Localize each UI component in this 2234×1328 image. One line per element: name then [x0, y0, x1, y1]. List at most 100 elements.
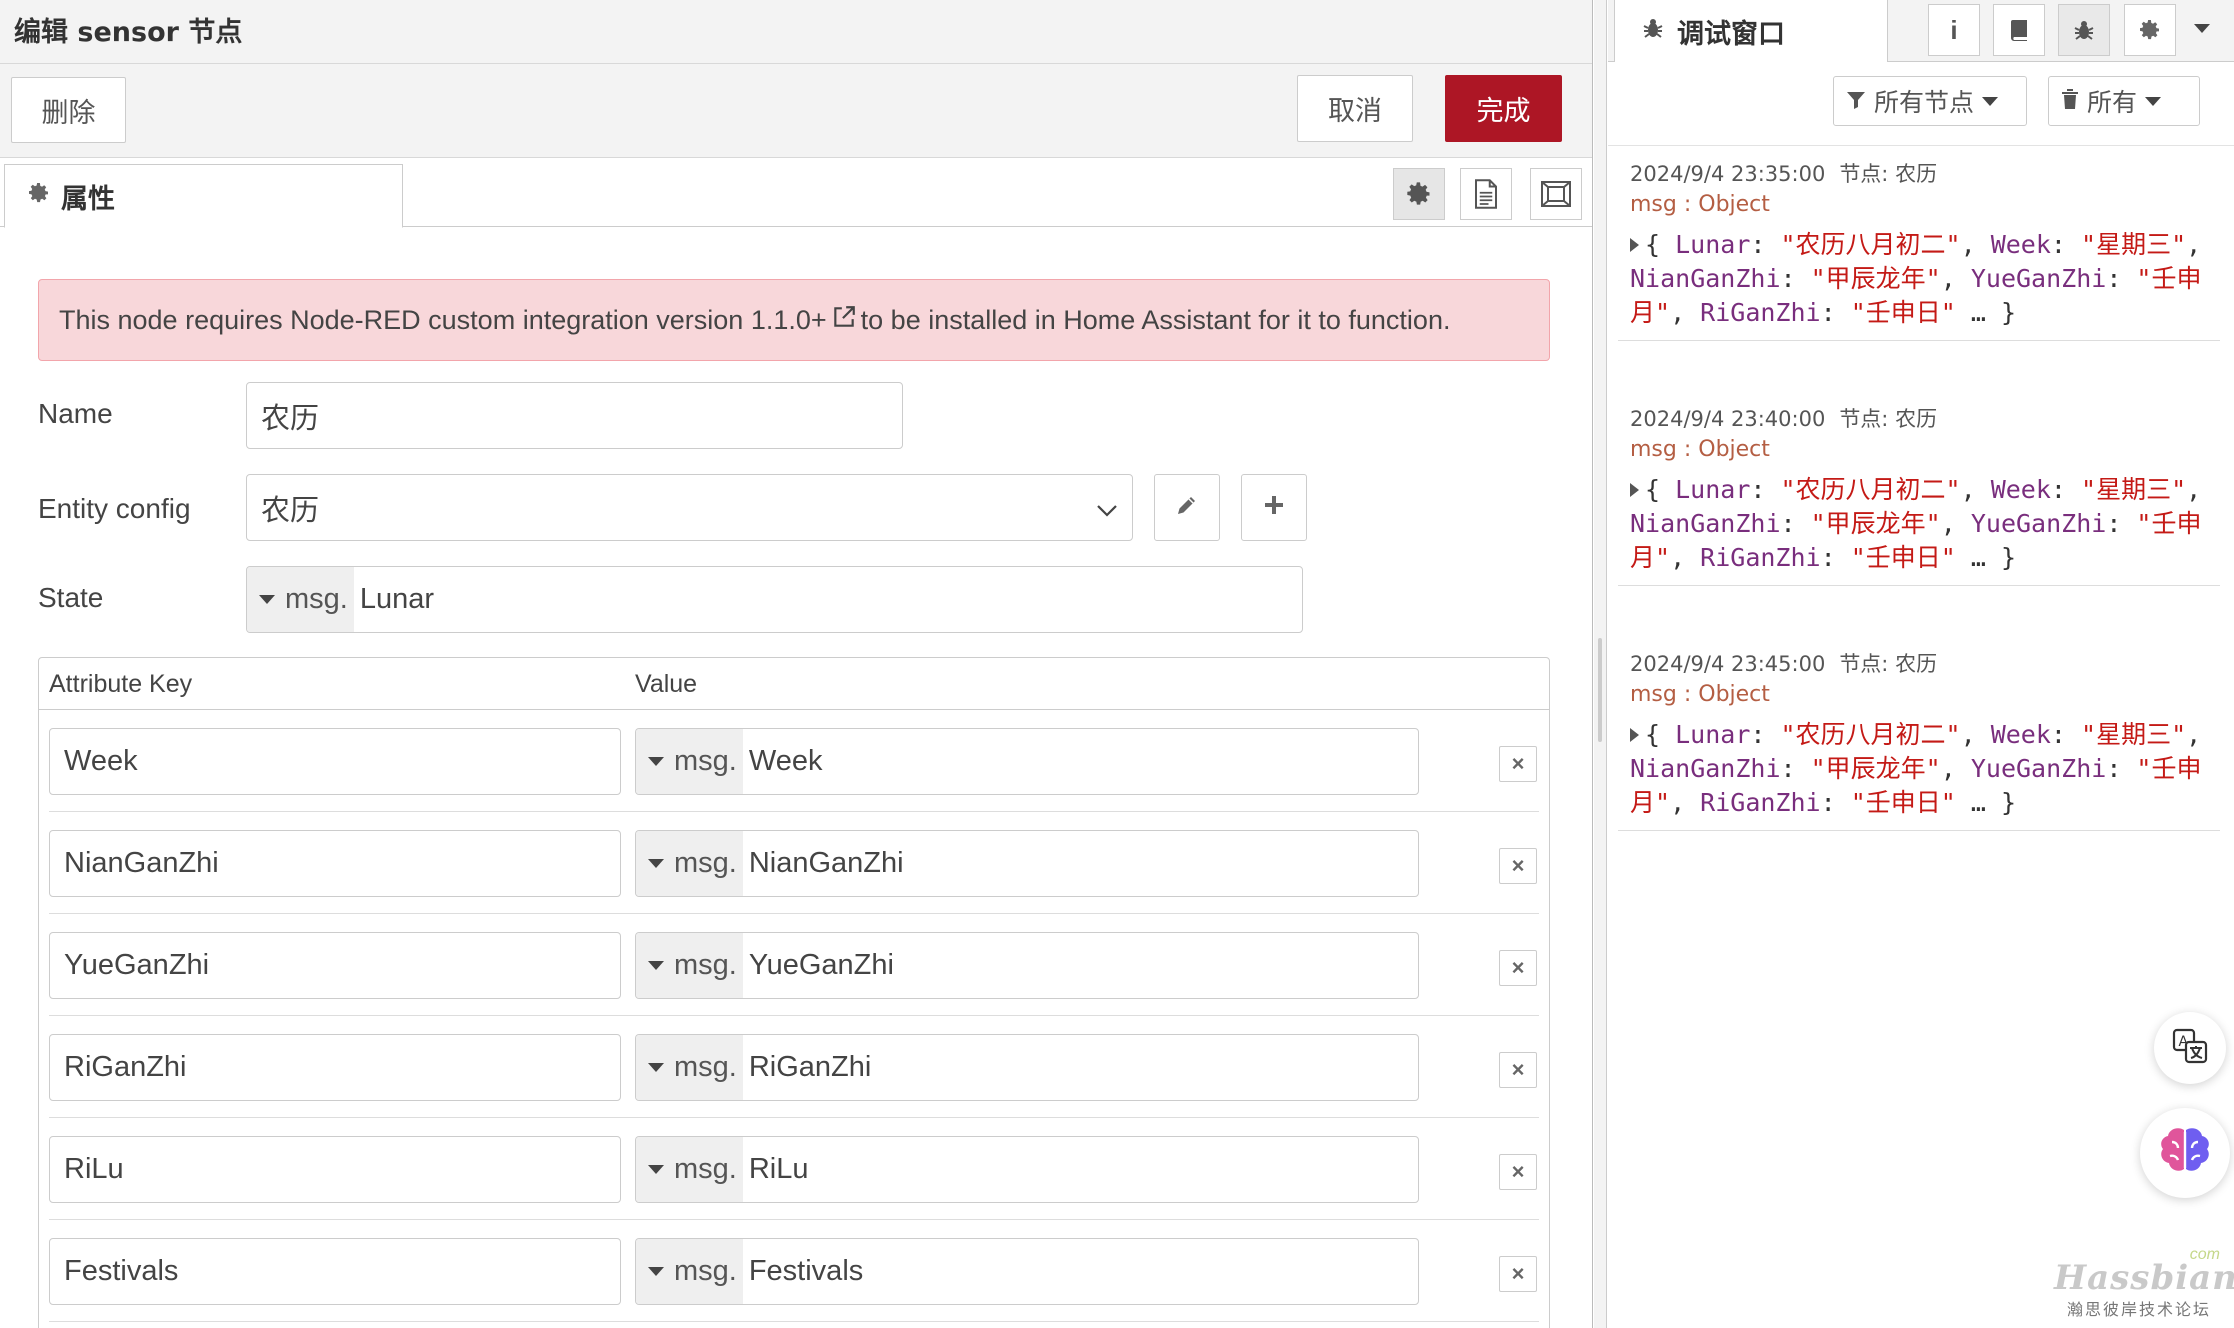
- tray-tabbar: 属性: [0, 158, 1592, 228]
- attribute-value-typed-input[interactable]: msg. RiLu: [635, 1136, 1419, 1203]
- payload-value: "壬申日": [1850, 543, 1956, 572]
- tab-debug[interactable]: 调试窗口: [1614, 0, 1888, 62]
- sidebar-menu-caret-down-icon[interactable]: [2194, 24, 2210, 33]
- attribute-value-typed-input[interactable]: msg. Week: [635, 728, 1419, 795]
- message-payload[interactable]: { Lunar: "农历八月初二", Week: "星期三", NianGanZ…: [1630, 710, 2220, 830]
- state-type-selector[interactable]: msg.: [247, 567, 354, 632]
- delete-button[interactable]: 删除: [11, 77, 126, 143]
- attribute-type-selector[interactable]: msg.: [636, 729, 743, 794]
- message-node-link[interactable]: 节点: 农历: [1839, 652, 1937, 676]
- watermark-subtitle: 瀚思彼岸技术论坛: [2066, 1300, 2211, 1319]
- caret-down-icon: [648, 1063, 664, 1072]
- ai-assistant-floating-button[interactable]: [2140, 1108, 2230, 1198]
- splitter-drag-handle[interactable]: [1598, 638, 1602, 742]
- plus-icon: [1263, 494, 1285, 521]
- attribute-type-selector[interactable]: msg.: [636, 1239, 743, 1304]
- state-type-label: msg.: [285, 583, 348, 615]
- clear-scope-label: 所有: [2087, 88, 2138, 117]
- expand-triangle-icon[interactable]: [1630, 483, 1639, 497]
- attribute-key-input[interactable]: YueGanZhi: [49, 932, 621, 999]
- attribute-value[interactable]: Week: [743, 729, 823, 794]
- attribute-key-header: Attribute Key: [49, 670, 193, 698]
- remove-row-close-icon[interactable]: ×: [1499, 1052, 1537, 1088]
- payload-value: "甲辰龙年": [1810, 509, 1941, 538]
- node-settings-tab-gear-icon[interactable]: [1393, 168, 1445, 220]
- state-typed-input[interactable]: msg. Lunar: [246, 566, 1303, 633]
- cancel-button[interactable]: 取消: [1297, 75, 1413, 142]
- tray-title: 编辑 sensor 节点: [0, 0, 1592, 64]
- attribute-type-selector[interactable]: msg.: [636, 933, 743, 998]
- clear-messages-button[interactable]: 所有: [2048, 76, 2200, 126]
- caret-down-icon: [259, 595, 275, 604]
- attribute-value-typed-input[interactable]: msg. Festivals: [635, 1238, 1419, 1305]
- attribute-key-input[interactable]: RiLu: [49, 1136, 621, 1203]
- caret-down-icon: [648, 1267, 664, 1276]
- attribute-value-header: Value: [635, 670, 698, 698]
- edit-entity-config-button[interactable]: [1154, 474, 1220, 541]
- attribute-key-input[interactable]: RiGanZhi: [49, 1034, 621, 1101]
- remove-row-close-icon[interactable]: ×: [1499, 950, 1537, 986]
- message-meta: 2024/9/4 23:45:00 节点: 农历: [1630, 636, 2220, 676]
- attribute-key-input[interactable]: NianGanZhi: [49, 830, 621, 897]
- attribute-type-selector[interactable]: msg.: [636, 1137, 743, 1202]
- integration-warning-banner: This node requires Node-RED custom integ…: [38, 279, 1550, 361]
- brace-open: {: [1645, 230, 1676, 259]
- gear-icon[interactable]: [2124, 4, 2176, 56]
- remove-row-close-icon[interactable]: ×: [1499, 746, 1537, 782]
- done-button[interactable]: 完成: [1445, 75, 1562, 142]
- tab-properties[interactable]: 属性: [4, 164, 403, 228]
- node-appearance-tab-frame-icon[interactable]: [1530, 168, 1582, 220]
- attributes-editable-list: Attribute Key Value Week msg. Week × Nia…: [38, 657, 1550, 1328]
- name-input[interactable]: 农历: [246, 382, 903, 449]
- bug-icon[interactable]: [2058, 4, 2110, 56]
- sidebar-splitter[interactable]: [1594, 0, 1607, 1328]
- filter-nodes-button[interactable]: 所有节点: [1833, 76, 2027, 126]
- expand-triangle-icon[interactable]: [1630, 238, 1639, 252]
- message-node-link[interactable]: 节点: 农历: [1839, 162, 1937, 186]
- payload-key: Lunar: [1675, 230, 1751, 259]
- payload-key: NianGanZhi: [1630, 264, 1781, 293]
- add-entity-config-button[interactable]: [1241, 474, 1307, 541]
- forum-watermark-logo: Hassbian com 瀚思彼岸技术论坛: [2054, 1246, 2234, 1320]
- info-icon[interactable]: i: [1928, 4, 1980, 56]
- remove-row-close-icon[interactable]: ×: [1499, 1154, 1537, 1190]
- debug-filter-bar: 所有节点 所有: [1608, 62, 2234, 146]
- attribute-value[interactable]: NianGanZhi: [743, 831, 904, 896]
- attribute-value[interactable]: YueGanZhi: [743, 933, 894, 998]
- message-meta: 2024/9/4 23:40:00 节点: 农历: [1630, 391, 2220, 431]
- remove-row-close-icon[interactable]: ×: [1499, 1256, 1537, 1292]
- trash-icon: [2061, 87, 2079, 116]
- attribute-type-selector[interactable]: msg.: [636, 1035, 743, 1100]
- attribute-value[interactable]: Festivals: [743, 1239, 863, 1304]
- attribute-type-label: msg.: [674, 1051, 737, 1083]
- node-description-tab-document-icon[interactable]: [1460, 168, 1512, 220]
- attribute-value-typed-input[interactable]: msg. NianGanZhi: [635, 830, 1419, 897]
- attribute-key-input[interactable]: Festivals: [49, 1238, 621, 1305]
- attribute-type-label: msg.: [674, 949, 737, 981]
- attribute-type-selector[interactable]: msg.: [636, 831, 743, 896]
- attribute-value[interactable]: RiGanZhi: [743, 1035, 872, 1100]
- attribute-key-input[interactable]: Week: [49, 728, 621, 795]
- message-type: msg : Object: [1630, 682, 1770, 707]
- gear-icon: [27, 181, 51, 212]
- book-icon[interactable]: [1993, 4, 2045, 56]
- payload-key: NianGanZhi: [1630, 509, 1781, 538]
- attribute-value[interactable]: RiLu: [743, 1137, 809, 1202]
- brace-close: … }: [1955, 298, 2017, 327]
- brace-close: … }: [1955, 543, 2017, 572]
- remove-row-close-icon[interactable]: ×: [1499, 848, 1537, 884]
- attribute-value-typed-input[interactable]: msg. RiGanZhi: [635, 1034, 1419, 1101]
- message-payload[interactable]: { Lunar: "农历八月初二", Week: "星期三", NianGanZ…: [1630, 220, 2220, 340]
- entity-config-select[interactable]: 农历: [246, 474, 1133, 541]
- translate-floating-button[interactable]: A: [2154, 1012, 2226, 1084]
- expand-triangle-icon[interactable]: [1630, 728, 1639, 742]
- tray-toolbar: 删除 取消 完成: [0, 64, 1592, 158]
- message-payload[interactable]: { Lunar: "农历八月初二", Week: "星期三", NianGanZ…: [1630, 465, 2220, 585]
- attribute-type-label: msg.: [674, 745, 737, 777]
- message-timestamp: 2024/9/4 23:35:00: [1630, 162, 1826, 186]
- state-value[interactable]: Lunar: [354, 567, 434, 632]
- external-link-icon[interactable]: [831, 304, 857, 337]
- attribute-value-typed-input[interactable]: msg. YueGanZhi: [635, 932, 1419, 999]
- caret-down-icon: [648, 859, 664, 868]
- message-node-link[interactable]: 节点: 农历: [1839, 407, 1937, 431]
